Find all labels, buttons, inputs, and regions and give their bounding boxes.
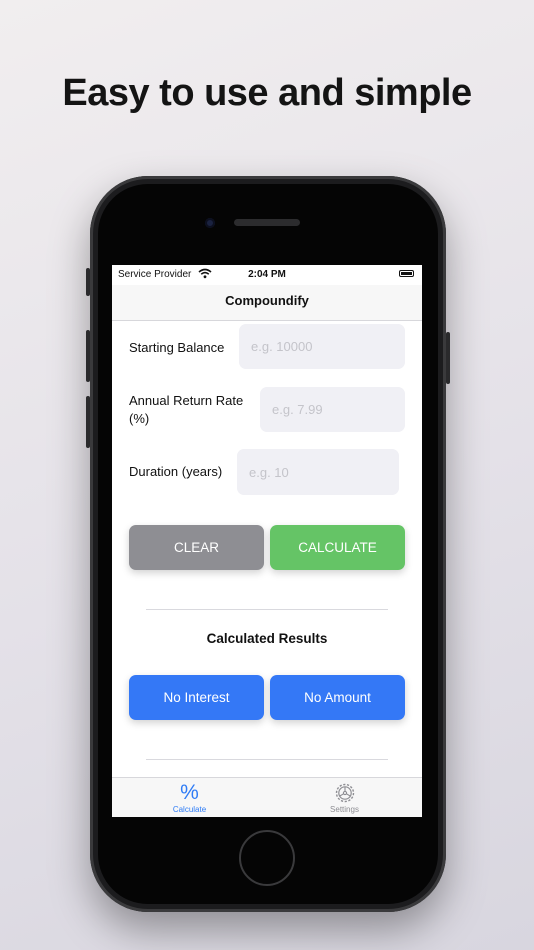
tab-bar: % Calculate Settings [112,777,422,817]
starting-balance-input[interactable] [239,324,405,369]
status-bar: Service Provider 2:04 PM [112,265,422,285]
duration-label: Duration (years) [129,464,223,479]
results-divider-top [146,609,388,610]
clear-button[interactable]: CLEAR [129,525,264,570]
front-camera [205,218,215,228]
battery-icon [399,270,414,277]
volume-up-button [86,330,90,382]
annual-return-label-line1: Annual Return Rate [129,393,244,408]
results-divider-bottom [146,759,388,760]
annual-return-label-line2: (%) [129,411,150,426]
nav-title: Compoundify [112,285,422,321]
tab-calculate[interactable]: % Calculate [112,778,267,817]
tab-settings[interactable]: Settings [267,778,422,817]
headline: Easy to use and simple [62,72,472,114]
power-button [446,332,450,384]
home-button[interactable] [239,830,295,886]
tab-settings-label: Settings [330,805,359,814]
results-title: Calculated Results [206,631,328,646]
gear-icon [267,781,422,805]
calculate-button[interactable]: CALCULATE [270,525,405,570]
percent-icon: % [180,781,199,804]
app-screen: Service Provider 2:04 PM Compoundify Sta… [112,265,422,817]
duration-input[interactable] [237,449,399,495]
volume-down-button [86,396,90,448]
mute-switch [86,268,90,296]
tab-calculate-label: Calculate [172,805,207,814]
annual-return-label: Annual Return Rate (%) [129,392,243,428]
status-time: 2:04 PM [248,269,286,280]
starting-balance-label: Starting Balance [129,340,225,355]
amount-result-button[interactable]: No Amount [270,675,405,720]
interest-result-button[interactable]: No Interest [129,675,264,720]
annual-return-input[interactable] [260,387,405,432]
earpiece-speaker [234,219,300,226]
